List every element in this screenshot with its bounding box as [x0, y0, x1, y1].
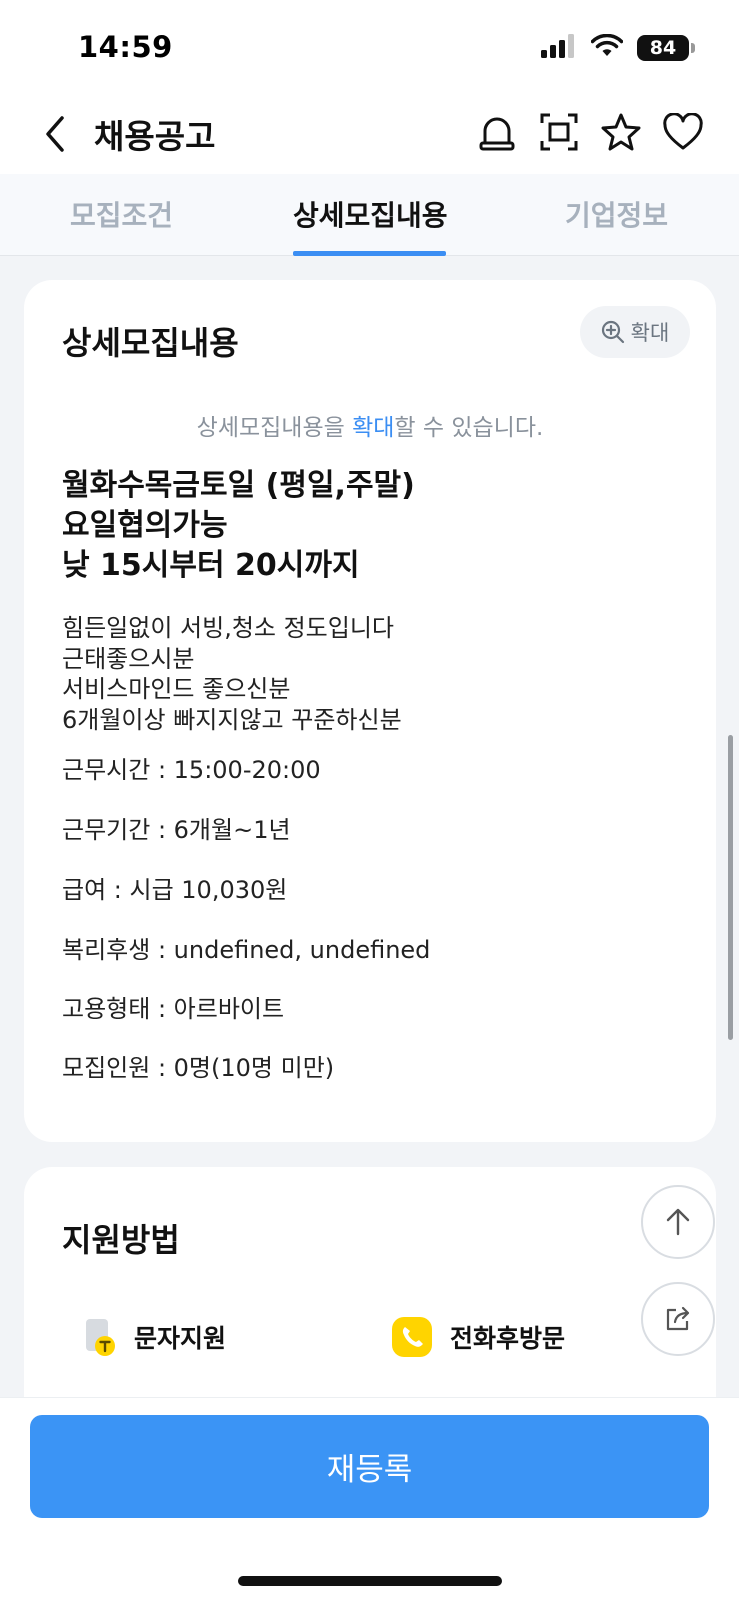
- tab-bar: 모집조건 상세모집내용 기업정보: [0, 174, 739, 256]
- scan-button[interactable]: [539, 110, 579, 154]
- heart-icon: [663, 113, 703, 150]
- apply-methods: 문자지원 전화후방문: [84, 1317, 565, 1357]
- detail-card: 상세모집내용 확대 상세모집내용을 확대할 수 있습니다. 월화수목금토일 (평…: [24, 280, 716, 1142]
- apply-method-label: 전화후방문: [450, 1324, 566, 1353]
- tab-company-info[interactable]: 기업정보: [565, 194, 668, 234]
- headline-line: 월화수목금토일 (평일,주말): [62, 468, 415, 503]
- arrow-up-icon: [666, 1208, 690, 1236]
- share-button[interactable]: [641, 1282, 715, 1356]
- apply-method-label: 문자지원: [134, 1324, 227, 1353]
- status-bar: 14:59 84: [0, 0, 739, 92]
- body-line: 근태좋으시분: [62, 644, 195, 673]
- sms-apply-icon: [86, 1319, 115, 1356]
- share-icon: [666, 1306, 690, 1331]
- apply-method-sms[interactable]: 문자지원: [84, 1317, 226, 1357]
- signal-icon: [541, 34, 577, 62]
- work-period: 근무기간 : 6개월~1년: [62, 816, 291, 844]
- detail-title: 상세모집내용: [62, 324, 239, 362]
- benefits: 복리후생 : undefined, undefined: [62, 936, 431, 964]
- hint-before: 상세모집내용을: [196, 415, 353, 441]
- hint-accent: 확대: [352, 415, 395, 441]
- body-line: 6개월이상 빠지지않고 꾸준하신분: [62, 705, 402, 734]
- employment-type: 고용형태 : 아르바이트: [62, 995, 285, 1023]
- siren-icon: [479, 117, 515, 151]
- phone-icon: [392, 1317, 433, 1357]
- apply-method-phone[interactable]: 전화후방문: [392, 1317, 565, 1357]
- body-line: 힘든일없이 서빙,청소 정도입니다: [62, 614, 395, 642]
- reregister-button[interactable]: 재등록: [30, 1415, 709, 1518]
- wifi-icon: [590, 33, 624, 62]
- page-title: 채용공고: [94, 117, 216, 156]
- status-icons: 84: [541, 33, 695, 62]
- zoom-label: 확대: [630, 321, 670, 345]
- battery-icon: 84: [637, 35, 695, 61]
- back-button[interactable]: [38, 112, 74, 156]
- scan-icon: [540, 113, 578, 151]
- favorite-star-button[interactable]: [601, 110, 641, 154]
- status-time: 14:59: [78, 30, 173, 64]
- alarm-button[interactable]: [477, 110, 517, 154]
- headline-line: 낮 15시부터 20시까지: [62, 548, 360, 583]
- work-hours: 근무시간 : 15:00-20:00: [62, 756, 321, 784]
- chevron-left-icon: [46, 116, 64, 152]
- star-icon: [601, 113, 641, 151]
- zoom-button[interactable]: 확대: [580, 306, 690, 358]
- zoom-hint: 상세모집내용을 확대할 수 있습니다.: [24, 408, 716, 442]
- header-actions: [477, 110, 703, 154]
- active-tab-indicator: [293, 251, 446, 256]
- body-line: 서비스마인드 좋으신분: [62, 675, 291, 703]
- tab-detail-recruitment[interactable]: 상세모집내용: [293, 194, 448, 234]
- app-header: 채용공고: [0, 92, 739, 174]
- hint-after: 할 수 있습니다.: [394, 415, 544, 441]
- zoom-in-icon: [601, 320, 624, 344]
- home-indicator: [238, 1576, 502, 1586]
- tab-recruit-conditions[interactable]: 모집조건: [70, 194, 173, 234]
- scroll-top-button[interactable]: [641, 1185, 715, 1259]
- salary: 급여 : 시급 10,030원: [62, 876, 288, 904]
- headcount: 모집인원 : 0명(10명 미만): [62, 1054, 335, 1082]
- bottom-bar: 재등록: [0, 1397, 739, 1600]
- apply-title: 지원방법: [62, 1221, 180, 1259]
- headline-line: 요일협의가능: [62, 508, 228, 543]
- detail-body: 힘든일없이 서빙,청소 정도입니다 근태좋으시분 서비스마인드 좋으신분 6개월…: [62, 613, 402, 735]
- apply-card: 지원방법 문자지원 전화후방문: [24, 1167, 716, 1397]
- scrollbar-thumb[interactable]: [728, 735, 733, 1040]
- like-button[interactable]: [663, 110, 703, 154]
- detail-headline: 월화수목금토일 (평일,주말) 요일협의가능 낮 15시부터 20시까지: [62, 466, 415, 586]
